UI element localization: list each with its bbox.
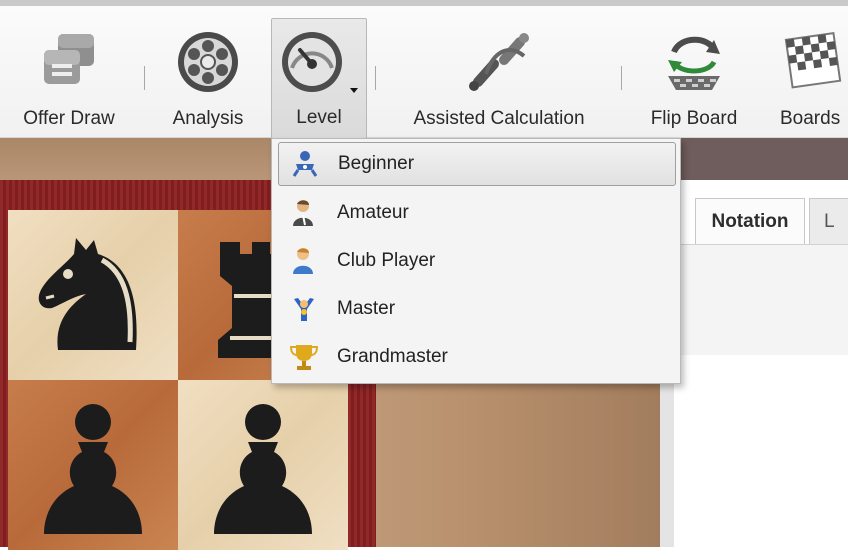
analysis-button[interactable]: Analysis [158, 16, 258, 138]
baby-icon [290, 149, 320, 179]
menu-item-master[interactable]: Master [278, 287, 676, 331]
black-pawn-piece[interactable] [208, 400, 318, 540]
boards-button[interactable]: Boards [768, 16, 848, 138]
menu-item-label: Grandmaster [337, 346, 448, 367]
master-icon [289, 294, 319, 324]
level-dropdown-menu: Beginner Amateur Club Player Master Gran… [271, 138, 681, 384]
offer-draw-icon [38, 30, 100, 97]
notation-content [674, 244, 848, 355]
level-label: Level [296, 107, 342, 128]
panel-header-bar [674, 138, 848, 180]
menu-item-label: Master [337, 298, 396, 319]
club-player-icon [289, 246, 319, 276]
offer-draw-button[interactable]: Offer Draw [6, 16, 132, 138]
boards-label: Boards [780, 108, 841, 129]
toolbar-separator [375, 66, 376, 90]
assisted-calculation-icon [464, 30, 534, 97]
black-knight-piece[interactable] [28, 230, 158, 360]
boards-icon [783, 30, 848, 97]
tab-second[interactable]: L [809, 198, 848, 244]
analysis-label: Analysis [172, 108, 244, 129]
assisted-calculation-button[interactable]: Assisted Calculation [388, 16, 610, 138]
menu-item-club-player[interactable]: Club Player [278, 239, 676, 283]
notation-panel: Notation L [660, 138, 848, 547]
menu-item-label: Amateur [337, 202, 409, 223]
menu-item-grandmaster[interactable]: Grandmaster [278, 335, 676, 379]
menu-item-label: Club Player [337, 250, 436, 271]
toolbar: Offer Draw Analysis Level Assisted Calcu… [0, 0, 848, 139]
flip-board-label: Flip Board [650, 108, 738, 129]
assisted-calculation-label: Assisted Calculation [413, 108, 585, 129]
toolbar-separator [621, 66, 622, 90]
level-button[interactable]: Level [271, 18, 367, 139]
flip-board-button[interactable]: Flip Board [636, 16, 752, 138]
analysis-icon [176, 30, 240, 99]
menu-item-amateur[interactable]: Amateur [278, 191, 676, 235]
offer-draw-label: Offer Draw [23, 108, 115, 129]
amateur-player-icon [289, 198, 319, 228]
trophy-icon [289, 342, 319, 372]
toolbar-separator [144, 66, 145, 90]
flip-board-icon [662, 30, 726, 99]
black-pawn-piece[interactable] [38, 400, 148, 540]
menu-item-beginner[interactable]: Beginner [278, 142, 676, 186]
menu-item-label: Beginner [338, 153, 415, 174]
level-gauge-icon [280, 30, 358, 99]
tab-notation[interactable]: Notation [695, 198, 805, 244]
